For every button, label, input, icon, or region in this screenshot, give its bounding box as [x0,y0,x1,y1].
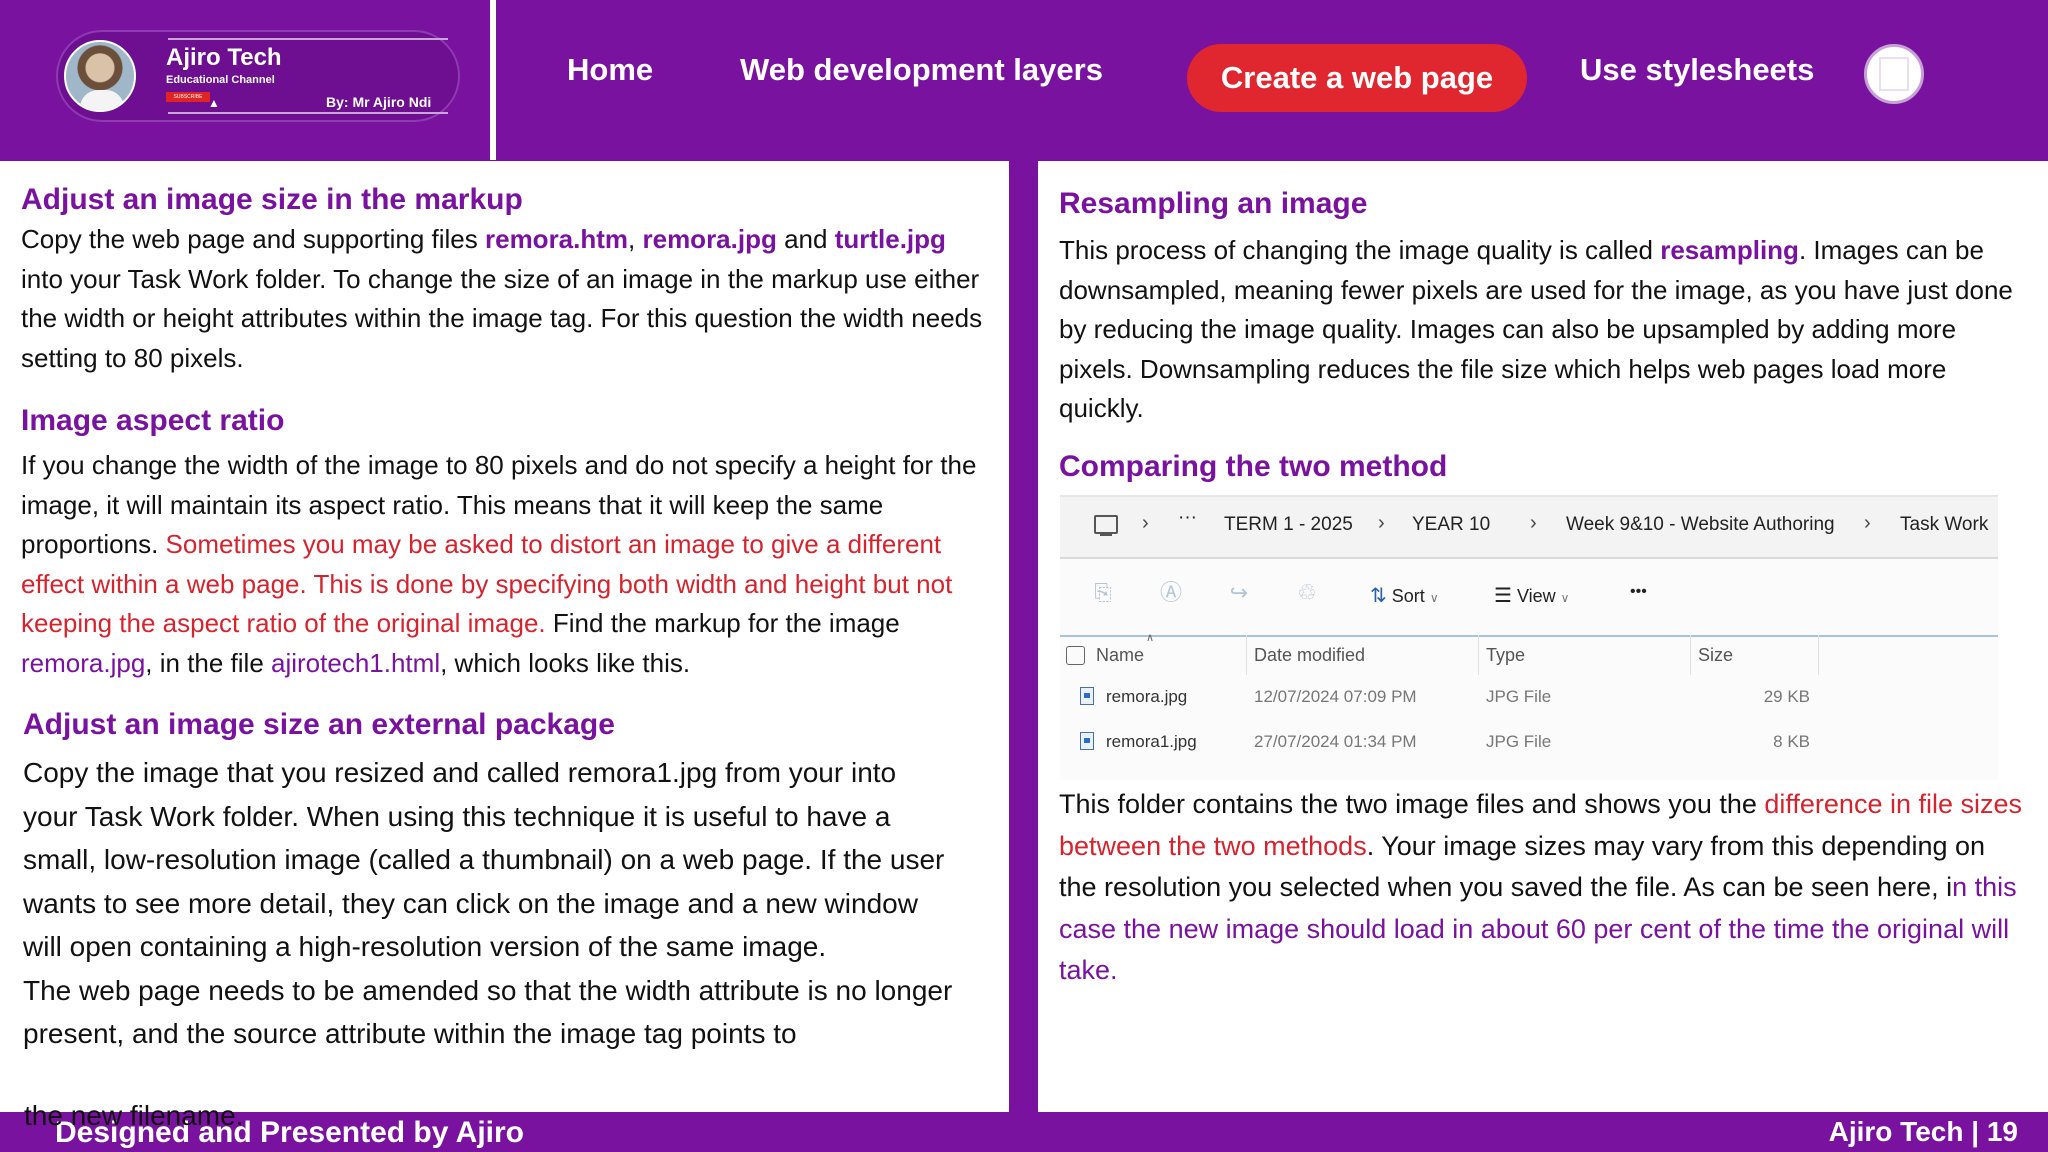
select-all-checkbox[interactable] [1066,646,1085,665]
file-remora-htm: remora.htm [484,224,629,254]
copy-icon[interactable]: ⎘ [1092,581,1114,605]
file-size: 29 KB [1763,687,1810,706]
cursor-icon: ▲ [208,96,220,110]
subscribe-badge: SUBSCRIBE [166,92,210,102]
nav-create-web-page[interactable]: Create a web page [1187,44,1527,112]
file-size: 8 KB [1773,732,1810,751]
file-type: JPG File [1486,732,1552,751]
logo-divider [168,112,448,114]
text: , [628,224,643,254]
left-panel: Adjust an image size in the markup Copy … [0,161,1009,1112]
footer-page-number: Ajiro Tech | 19 [1828,1116,2018,1147]
text: Find the markup for the image [545,608,900,638]
text: Copy the web page and supporting files [21,224,485,254]
paragraph-aspect-ratio: If you change the width of the image to … [21,446,996,683]
column-divider [1690,635,1691,675]
column-type[interactable]: Type [1486,645,1525,666]
logo-name: Ajiro Tech [166,44,282,71]
breadcrumb-term[interactable]: TERM 1 - 2025 [1224,514,1353,536]
term-resampling: resampling [1660,235,1799,265]
share-icon[interactable]: ↪ [1228,581,1250,605]
file-turtle-jpg: turtle.jpg [834,224,946,254]
paragraph-external-package: Copy the image that you resized and call… [23,751,958,1056]
logo-divider [168,38,448,40]
paragraph-resampling: This process of changing the image quali… [1059,231,2029,429]
file-explorer: › ··· TERM 1 - 2025 › YEAR 10 › Week 9&1… [1060,495,1998,780]
logo-subtitle: Educational Channel [166,74,275,86]
image-file-icon [1080,687,1094,705]
address-bar[interactable]: › ··· TERM 1 - 2025 › YEAR 10 › Week 9&1… [1060,495,1998,559]
footer-bar: Designed and Presented by Ajiro Ajiro Te… [0,1112,2048,1152]
file-row[interactable]: remora.jpg 12/07/2024 07:09 PM JPG File … [1060,681,1998,721]
column-divider [1246,635,1247,675]
right-panel: Resampling an image This process of chan… [1038,161,2048,1112]
text: Copy the image that you resized and call… [23,757,945,962]
breadcrumb-task-work[interactable]: Task Work [1900,514,1988,536]
heading-resampling: Resampling an image [1059,187,1368,220]
view-icon: ☰ [1494,585,1512,607]
heading-external-package: Adjust an image size an external package [23,708,615,741]
heading-comparing: Comparing the two method [1059,450,1448,483]
nav-web-development-layers[interactable]: Web development layers [740,52,1103,88]
more-options-icon[interactable]: ••• [1630,583,1647,601]
file-name: remora.jpg [1106,687,1188,706]
view-label: View [1516,586,1556,606]
header-divider [490,0,496,160]
heading-adjust-markup: Adjust an image size in the markup [21,183,523,216]
heading-aspect-ratio: Image aspect ratio [21,404,285,437]
breadcrumb-year[interactable]: YEAR 10 [1412,514,1490,536]
image-file-icon [1080,732,1094,750]
ellipsis-icon[interactable]: ··· [1178,507,1197,529]
paragraph-adjust-markup: Copy the web page and supporting files r… [21,220,991,378]
avatar [64,40,136,112]
file-ajirotech1-html: ajirotech1.html [271,647,441,678]
chevron-right-icon: › [1864,512,1871,534]
column-date-modified[interactable]: Date modified [1254,645,1365,666]
column-divider [1478,635,1479,675]
text: into your Task Work folder. To change th… [21,263,983,373]
breadcrumb-week[interactable]: Week 9&10 - Website Authoring [1566,514,1835,536]
text: The web page needs to be amended so that… [23,974,953,1050]
logo-byline: By: Mr Ajiro Ndi [326,94,432,110]
text: , which looks like this. [440,647,691,678]
file-date: 12/07/2024 07:09 PM [1254,687,1417,706]
chevron-down-icon: ∨ [1429,591,1439,605]
header-bar: Ajiro Tech Educational Channel SUBSCRIBE… [0,0,2048,160]
file-remora-jpg: remora.jpg [642,224,777,254]
column-divider [1818,635,1819,675]
sort-icon: ⇅ [1370,585,1387,607]
channel-logo[interactable]: Ajiro Tech Educational Channel SUBSCRIBE… [56,30,460,122]
explorer-toolbar: ⎘ Ⓐ ↪ ♲ ⇅ Sort ∨ ☰ View ∨ ••• [1060,557,1998,637]
text: This process of changing the image quali… [1059,235,1661,265]
nav-page-button[interactable] [1864,44,1924,104]
rename-icon[interactable]: Ⓐ [1160,581,1182,605]
sort-caret-icon: ∧ [1146,632,1155,644]
file-type: JPG File [1486,687,1552,706]
nav-use-stylesheets[interactable]: Use stylesheets [1580,52,1814,88]
overflow-text: the new filename. [24,1100,244,1131]
computer-icon [1094,515,1118,536]
delete-icon[interactable]: ♲ [1296,581,1318,605]
nav-home[interactable]: Home [567,52,653,88]
page-icon [1879,57,1909,91]
sort-label: Sort [1391,586,1425,606]
paragraph-comparison: This folder contains the two image files… [1059,784,2029,992]
chevron-right-icon: › [1378,512,1385,534]
file-date: 27/07/2024 01:34 PM [1254,732,1417,751]
text: This folder contains the two image files… [1059,789,1765,819]
file-remora-jpg: remora.jpg [21,647,146,678]
sort-button[interactable]: ⇅ Sort ∨ [1370,583,1439,608]
column-name[interactable]: Name [1096,645,1144,666]
file-row[interactable]: remora1.jpg 27/07/2024 01:34 PM JPG File… [1060,726,1998,766]
file-name: remora1.jpg [1106,732,1197,751]
text: , in the file [145,647,272,678]
chevron-right-icon: › [1142,512,1149,534]
view-button[interactable]: ☰ View ∨ [1494,583,1569,608]
column-size[interactable]: Size [1698,645,1733,666]
chevron-right-icon: › [1530,512,1537,534]
chevron-down-icon: ∨ [1560,591,1570,605]
text: and [776,224,835,254]
